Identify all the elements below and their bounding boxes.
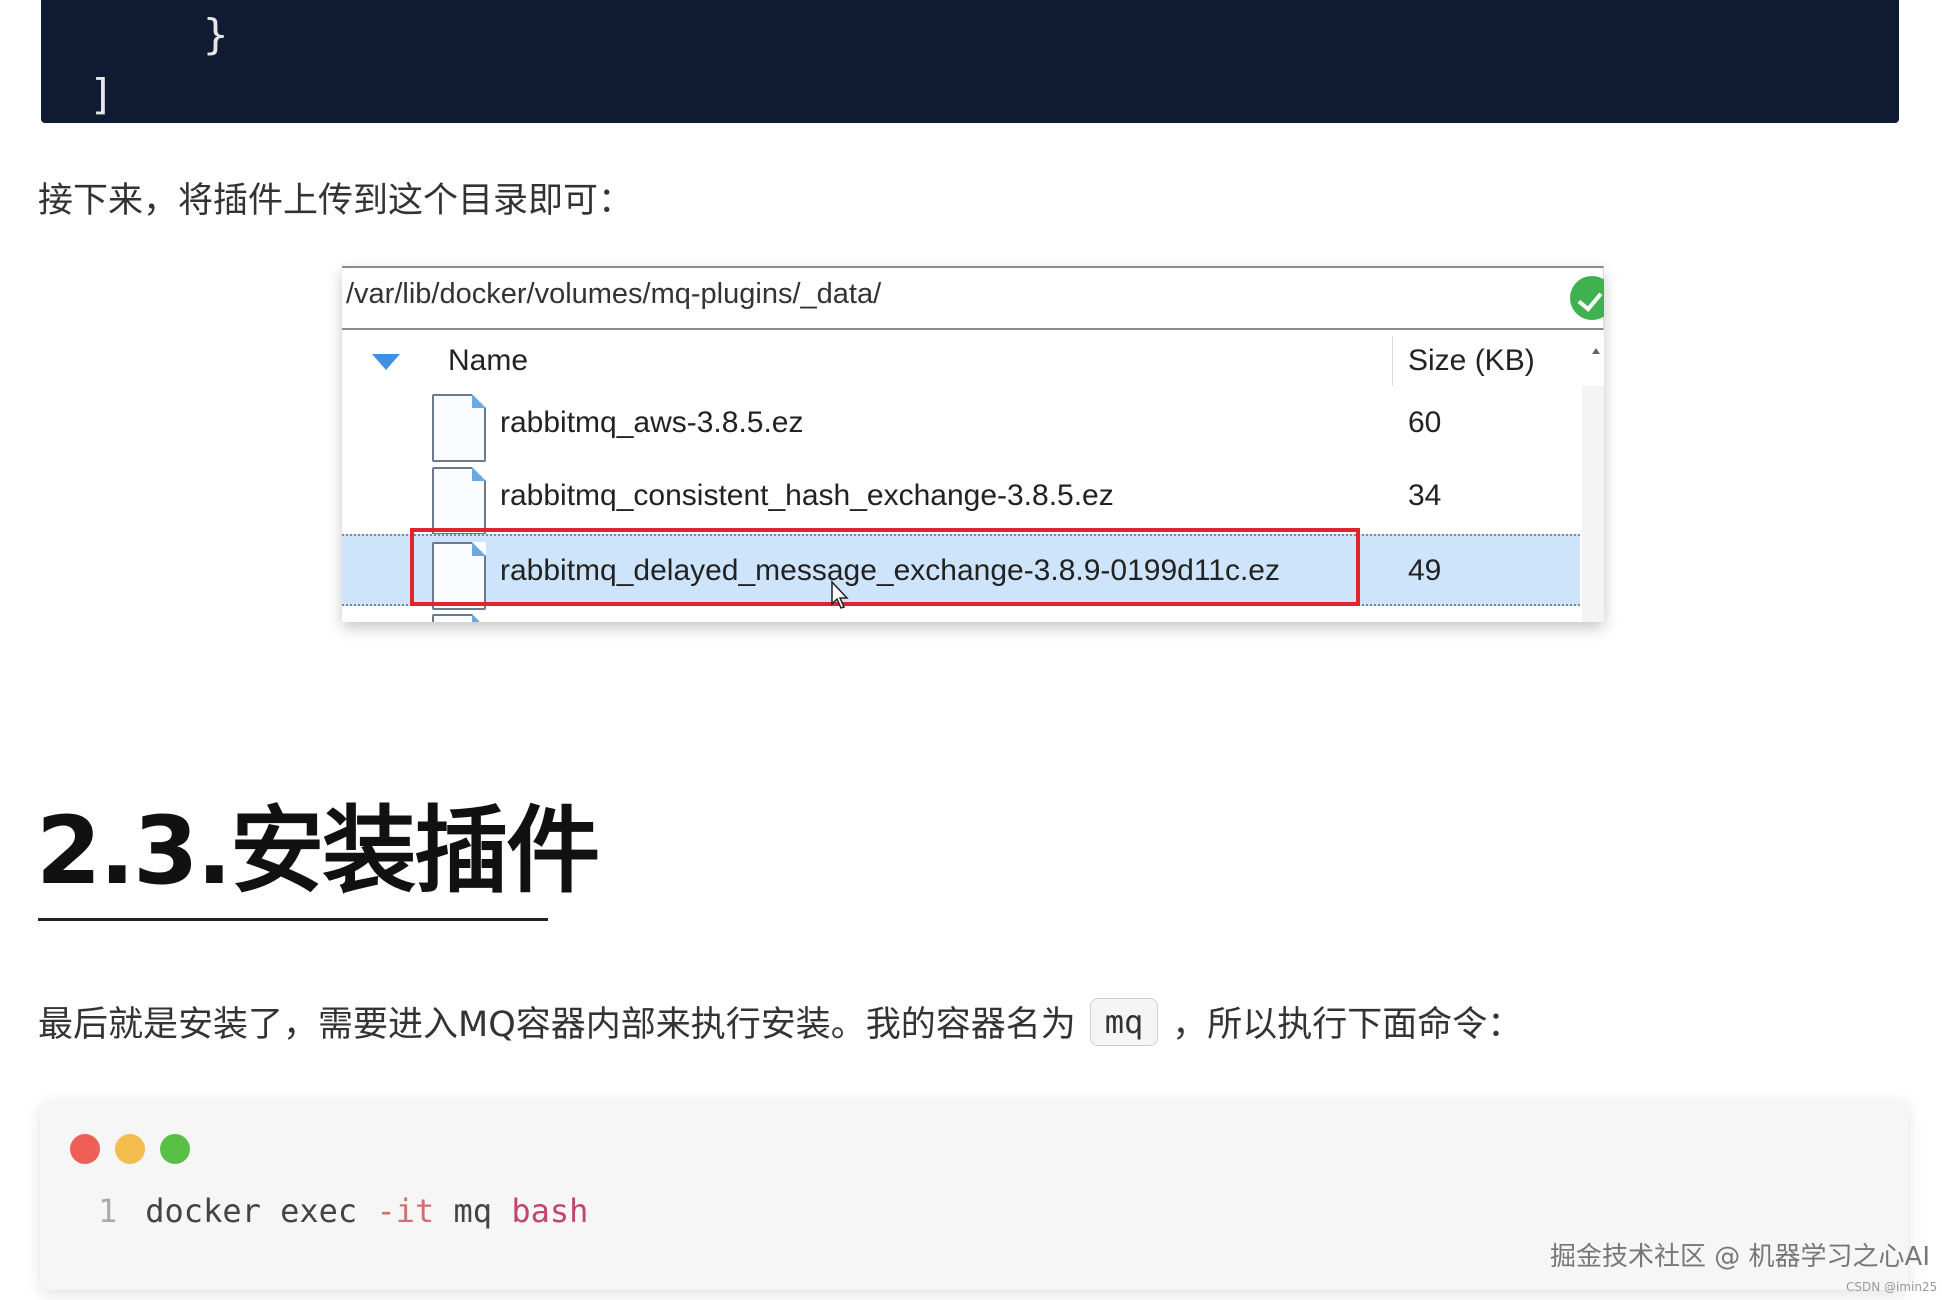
section-heading: 2.3.安装插件 xyxy=(36,797,600,906)
paragraph-install: 最后就是安装了，需要进入MQ容器内部来执行安装。我的容器名为 mq ，所以执行下… xyxy=(38,996,1522,1047)
file-size: 60 xyxy=(1408,406,1442,439)
path-bar[interactable]: /var/lib/docker/volumes/mq-plugins/_data… xyxy=(342,266,1604,330)
file-icon xyxy=(432,542,486,610)
window-close-dot-icon xyxy=(70,1134,100,1164)
file-manager-screenshot: /var/lib/docker/volumes/mq-plugins/_data… xyxy=(342,266,1604,622)
file-size: 49 xyxy=(1408,554,1442,587)
paragraph-install-before: 最后就是安装了，需要进入MQ容器内部来执行安装。我的容器名为 xyxy=(38,1005,1076,1045)
file-icon xyxy=(432,614,486,622)
file-name: rabbitmq_delayed_message_exchange-3.8.9-… xyxy=(500,554,1280,587)
sort-down-icon[interactable] xyxy=(372,354,400,370)
file-name: rabbitmq_aws-3.8.5.ez xyxy=(500,406,804,439)
code-token-flag: -it xyxy=(376,1192,435,1230)
file-icon xyxy=(432,394,486,462)
inline-code-mq: mq xyxy=(1089,997,1159,1046)
code-bracket: ] xyxy=(89,70,115,119)
file-icon xyxy=(432,467,486,535)
heading-underline xyxy=(38,918,548,921)
code-tick: ' xyxy=(429,0,454,19)
path-text: /var/lib/docker/volumes/mq-plugins/_data… xyxy=(346,278,882,310)
file-name: rabbitmq_consistent_hash_exchange-3.8.5.… xyxy=(500,479,1114,512)
code-token-arg: mq xyxy=(434,1192,512,1230)
window-maximize-dot-icon xyxy=(160,1134,190,1164)
paragraph-install-after: ，所以执行下面命令： xyxy=(1172,1005,1523,1045)
file-row-selected[interactable]: rabbitmq_delayed_message_exchange-3.8.9-… xyxy=(342,534,1580,610)
code-line[interactable]: 1 docker exec -it mq bash xyxy=(98,1192,588,1230)
code-token-command: docker exec xyxy=(145,1192,377,1230)
watermark-small: CSDN @imin25 xyxy=(1846,1280,1938,1294)
file-row[interactable]: rabbitmq_aws-3.8.5.ez 60 xyxy=(342,388,1580,462)
column-size-header[interactable]: Size (KB) xyxy=(1408,344,1535,378)
scrollbar[interactable] xyxy=(1582,386,1604,622)
column-header: Name Size (KB) xyxy=(342,332,1604,392)
column-name-header[interactable]: Name xyxy=(448,344,528,378)
code-token-keyword: bash xyxy=(511,1192,589,1230)
watermark: 掘金技术社区 @ 机器学习之心AI xyxy=(1550,1242,1930,1272)
mouse-cursor-icon xyxy=(831,580,849,609)
file-row-partial[interactable] xyxy=(342,608,1580,622)
line-number: 1 xyxy=(98,1192,118,1230)
file-size: 34 xyxy=(1408,479,1442,512)
column-divider[interactable] xyxy=(1392,336,1393,386)
code-block-top: ' } ] xyxy=(41,0,1899,123)
code-brace: } xyxy=(203,10,229,59)
file-row[interactable]: rabbitmq_consistent_hash_exchange-3.8.5.… xyxy=(342,461,1580,535)
paragraph-upload: 接下来，将插件上传到这个目录即可： xyxy=(38,181,634,221)
scroll-up-icon[interactable] xyxy=(1592,348,1600,354)
window-minimize-dot-icon xyxy=(115,1134,145,1164)
